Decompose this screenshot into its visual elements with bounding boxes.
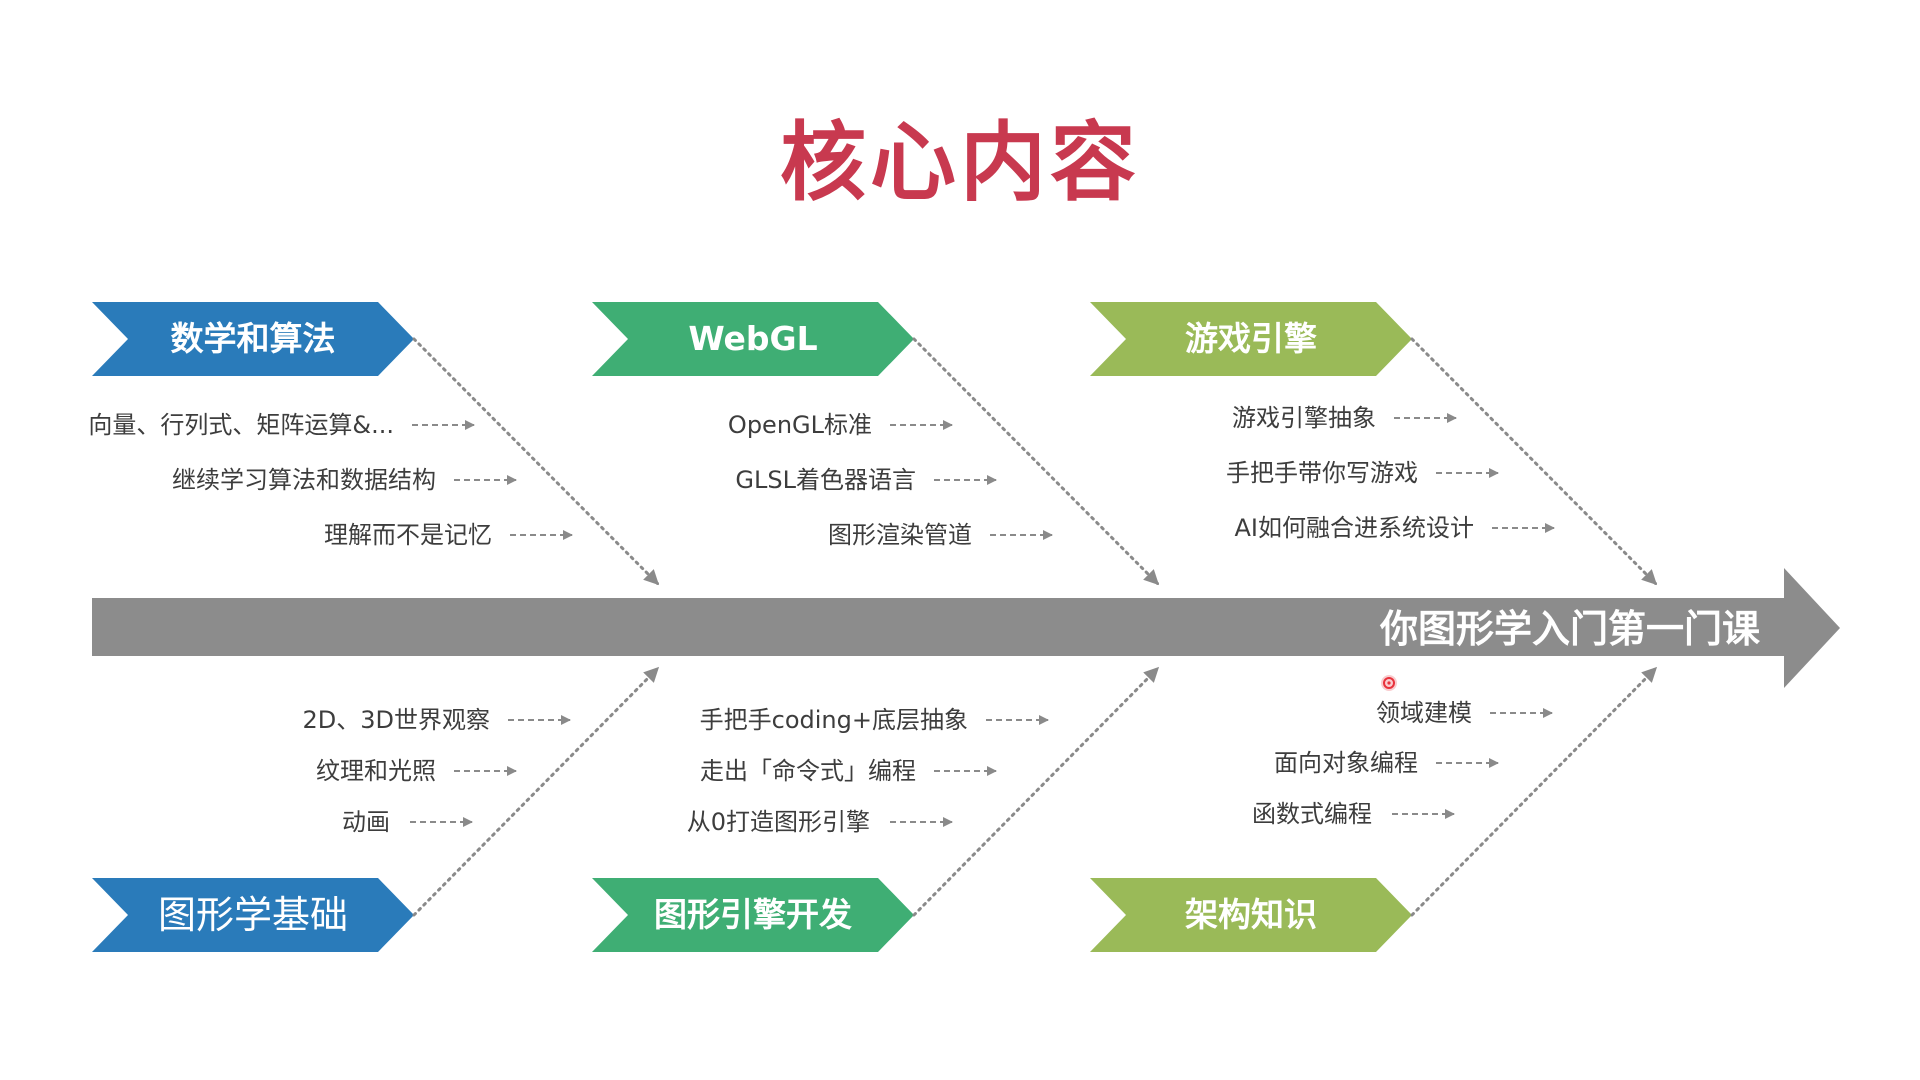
category-math-label: 数学和算法 bbox=[170, 319, 336, 358]
category-game-label: 游戏引擎 bbox=[1185, 319, 1317, 358]
spine-label: 你图形学入门第一门课 bbox=[1379, 607, 1760, 651]
list-item: 图形渲染管道 bbox=[828, 521, 972, 549]
list-item: GLSL着色器语言 bbox=[735, 466, 916, 494]
list-item: AI如何融合进系统设计 bbox=[1234, 514, 1475, 542]
list-item: 领域建模 bbox=[1376, 699, 1472, 727]
list-item: 手把手带你写游戏 bbox=[1226, 459, 1418, 487]
list-item: 走出「命令式」编程 bbox=[700, 757, 916, 785]
category-basics-label: 图形学基础 bbox=[157, 893, 348, 937]
list-item: 动画 bbox=[342, 808, 390, 836]
list-item: 从0打造图形引擎 bbox=[686, 808, 870, 836]
category-engine-label: 图形引擎开发 bbox=[654, 895, 852, 934]
list-item: 2D、3D世界观察 bbox=[302, 706, 491, 734]
list-item: 函数式编程 bbox=[1252, 800, 1372, 828]
category-webgl-label: WebGL bbox=[688, 319, 818, 358]
cursor-dot-icon bbox=[1381, 675, 1397, 691]
list-item: 面向对象编程 bbox=[1274, 749, 1418, 777]
list-item: 游戏引擎抽象 bbox=[1232, 404, 1376, 432]
list-item: 理解而不是记忆 bbox=[324, 521, 492, 549]
list-item: 手把手coding+底层抽象 bbox=[699, 706, 968, 734]
list-item: 纹理和光照 bbox=[316, 757, 436, 785]
bone-game bbox=[1410, 337, 1658, 586]
list-item: 向量、行列式、矩阵运算&... bbox=[88, 411, 394, 439]
category-arch-label: 架构知识 bbox=[1185, 895, 1317, 934]
list-item: 继续学习算法和数据结构 bbox=[172, 466, 436, 494]
list-item: OpenGL标准 bbox=[727, 411, 872, 439]
